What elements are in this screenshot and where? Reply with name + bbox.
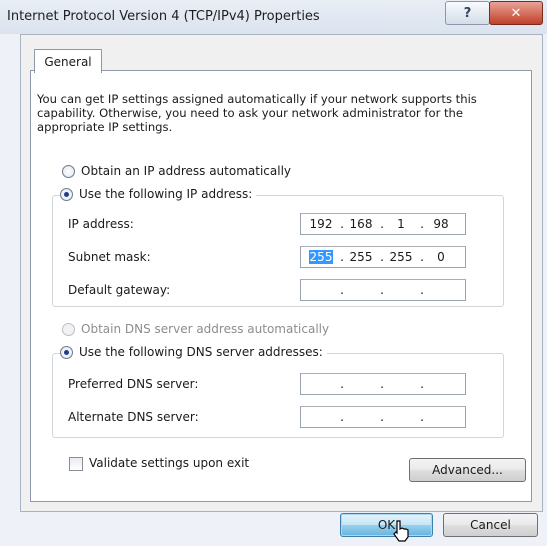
default-gateway-label: Default gateway: <box>68 283 171 297</box>
subnet-octet-3: 255 <box>389 250 413 264</box>
tab-general[interactable]: General <box>34 49 102 73</box>
ip-octet-1: 192 <box>309 217 333 231</box>
use-following-ip-option[interactable]: Use the following IP address: <box>60 187 257 201</box>
intro-text: You can get IP settings assigned automat… <box>37 92 477 134</box>
octet-separator: . <box>420 283 424 297</box>
octet-separator: . <box>380 377 384 391</box>
validate-settings-checkbox[interactable] <box>69 457 83 471</box>
preferred-dns-label: Preferred DNS server: <box>68 377 199 391</box>
octet-separator: . <box>340 283 344 297</box>
use-following-dns-label: Use the following DNS server addresses: <box>79 345 323 359</box>
alternate-dns-label: Alternate DNS server: <box>68 410 199 424</box>
obtain-ip-auto-radio[interactable] <box>62 164 75 178</box>
preferred-dns-input[interactable]: . . . <box>300 373 466 395</box>
subnet-mask-input[interactable]: 255 . 255 . 255 . 0 <box>300 246 466 268</box>
subnet-octet-2: 255 <box>349 250 373 264</box>
octet-separator: . <box>340 410 344 424</box>
ip-octet-4: 98 <box>433 217 449 231</box>
obtain-dns-auto-label: Obtain DNS server address automatically <box>81 322 330 336</box>
validate-settings-label: Validate settings upon exit <box>89 456 250 470</box>
ip-octet-3: 1 <box>397 217 405 231</box>
advanced-button-label: Advanced... <box>432 463 503 477</box>
obtain-ip-auto-label: Obtain an IP address automatically <box>81 164 292 178</box>
use-following-ip-label: Use the following IP address: <box>79 187 253 201</box>
octet-separator: . <box>420 217 424 231</box>
obtain-dns-auto-option[interactable]: Obtain DNS server address automatically <box>62 322 329 336</box>
obtain-dns-auto-radio[interactable] <box>62 322 75 336</box>
use-following-dns-radio[interactable] <box>60 345 73 359</box>
obtain-ip-auto-option[interactable]: Obtain an IP address automatically <box>62 164 291 178</box>
advanced-button[interactable]: Advanced... <box>409 458 526 482</box>
default-gateway-input[interactable]: . . . <box>300 279 466 301</box>
tab-general-label: General <box>44 54 92 69</box>
help-button[interactable]: ? <box>445 1 490 25</box>
octet-separator: . <box>380 217 384 231</box>
alternate-dns-input[interactable]: . . . <box>300 406 466 428</box>
octet-separator: . <box>420 377 424 391</box>
octet-separator: . <box>420 410 424 424</box>
ip-octet-2: 168 <box>349 217 373 231</box>
ip-address-input[interactable]: 192 . 168 . 1 . 98 <box>300 213 466 235</box>
window-title: Internet Protocol Version 4 (TCP/IPv4) P… <box>7 9 320 24</box>
octet-separator: . <box>380 250 384 264</box>
ok-button[interactable]: OK <box>340 513 433 537</box>
octet-separator: . <box>380 410 384 424</box>
subnet-octet-4: 0 <box>437 250 445 264</box>
subnet-octet-1-selected: 255 <box>308 250 334 264</box>
cancel-button-label: Cancel <box>470 518 511 532</box>
octet-separator: . <box>340 250 344 264</box>
close-icon: ✕ <box>510 5 522 21</box>
octet-separator: . <box>340 377 344 391</box>
title-bar[interactable]: Internet Protocol Version 4 (TCP/IPv4) P… <box>0 0 547 34</box>
cancel-button[interactable]: Cancel <box>443 513 538 537</box>
dialog-window: Internet Protocol Version 4 (TCP/IPv4) P… <box>0 0 547 546</box>
use-following-dns-option[interactable]: Use the following DNS server addresses: <box>60 345 327 359</box>
octet-separator: . <box>340 217 344 231</box>
ip-address-label: IP address: <box>68 217 134 231</box>
close-button[interactable]: ✕ <box>489 1 543 25</box>
octet-separator: . <box>420 250 424 264</box>
hand-cursor-icon <box>393 520 409 542</box>
question-icon: ? <box>463 5 472 21</box>
octet-separator: . <box>380 283 384 297</box>
subnet-mask-label: Subnet mask: <box>68 250 151 264</box>
use-following-ip-radio[interactable] <box>60 187 73 201</box>
